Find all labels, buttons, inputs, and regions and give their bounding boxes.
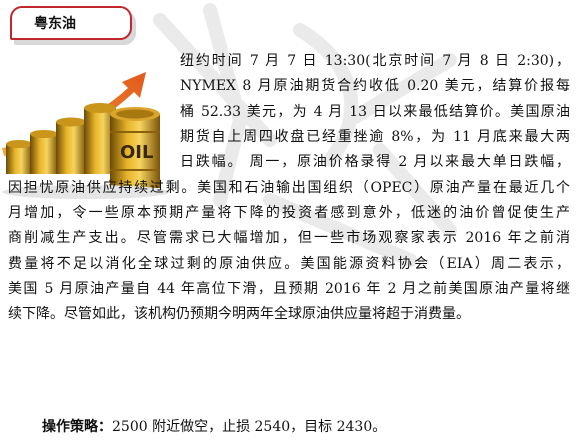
strategy-text: 2500 附近做空，止损 2540，目标 2430。 [112, 419, 387, 435]
article-line: 商削减生产支出。尽管需求已大幅增加，但一些市场观察家表示 2016 年之前消 [8, 230, 570, 246]
article-line: 因担忧原油供应持续过剩。美国和石油输出国组织（OPEC）原油产量在最近几个 [8, 180, 570, 196]
article-line: NYMEX 8 月原油期货合约收低 0.20 美元，结算价报每 [180, 78, 570, 94]
article-line: 费量将不足以消化全球过剩的原油供应。美国能源资料协会（EIA）周二表示， [8, 256, 570, 272]
article-line: 续下降。尽管如此，该机构仍预期今明两年全球原油供应量将超于消费量。 [8, 306, 470, 322]
barrel-label: OIL [120, 142, 153, 163]
article-line: 桶 52.33 美元，为 4 月 13 日以来最低结算价。美国原油 [180, 104, 570, 120]
article-line: 日跌幅。 周一，原油价格录得 2 月以来最大单日跌幅， [180, 154, 570, 170]
article-line: 纽约时间 7 月 7 日 13:30(北京时间 7 月 8 日 2:30)， [180, 53, 570, 69]
article-line: 期货自上周四收盘已经重挫逾 8%，为 11 月底来最大两 [180, 129, 570, 145]
article-line: 美国 5 月原油产量自 44 年高位下滑，且预期 2016 年 2 月之前美国原… [8, 281, 570, 297]
article-line: 月增加，令一些原本预期产量将下降的投资者感到意外，低迷的油价曾促使生产 [8, 205, 570, 221]
strategy-label: 操作策略： [42, 419, 112, 435]
strategy-line: 操作策略：2500 附近做空，止损 2540，目标 2430。 [42, 416, 386, 436]
section-tag-label: 粤东油 [34, 16, 76, 32]
section-tag: 粤东油 [10, 6, 132, 40]
